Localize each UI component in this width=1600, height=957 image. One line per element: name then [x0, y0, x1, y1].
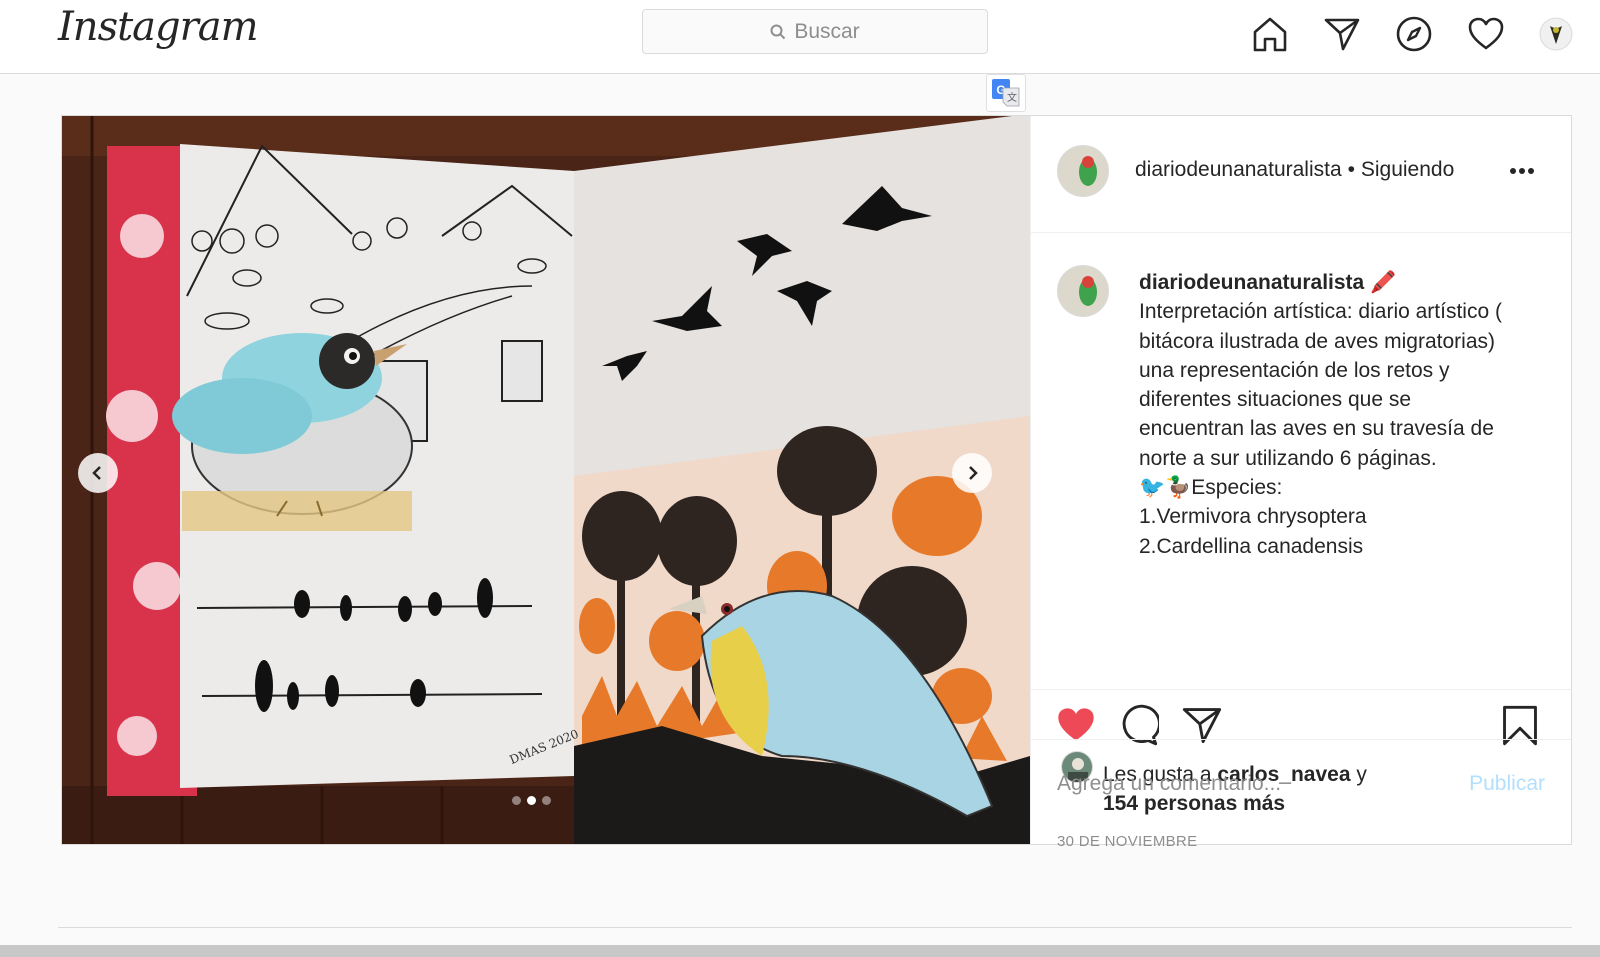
caption-line: norte a sur utilizando 6 páginas.: [1139, 446, 1437, 470]
explore-icon[interactable]: [1394, 14, 1434, 54]
post-image[interactable]: DMAS 2020: [62, 116, 1030, 844]
caption-author-avatar[interactable]: [1057, 265, 1109, 317]
pager-dot: [542, 796, 551, 805]
activity-icon[interactable]: [1466, 14, 1506, 54]
caption-line: 1.Vermivora chrysoptera: [1139, 505, 1367, 529]
chevron-right-icon: [969, 466, 978, 480]
caption-line: bitácora ilustrada de aves migratorias): [1139, 329, 1495, 353]
author-avatar[interactable]: [1057, 145, 1109, 197]
publish-button[interactable]: Publicar: [1469, 772, 1545, 796]
caption-line: diferentes situaciones que se: [1139, 388, 1412, 412]
direct-icon[interactable]: [1322, 14, 1362, 54]
profile-avatar[interactable]: [1536, 14, 1576, 54]
comment-input[interactable]: Agrega un comentario...: [1057, 772, 1281, 796]
caption-emoji: 🖍️: [1370, 271, 1397, 294]
caption-line: 2.Cardellina canadensis: [1139, 534, 1364, 558]
caption-line: Interpretación artística: diario artísti…: [1139, 300, 1502, 324]
post-sidebar: diariodeunanaturalista • Siguiendo diari…: [1030, 116, 1571, 850]
instagram-logo[interactable]: Instagram: [58, 4, 259, 50]
author-username[interactable]: diariodeunanaturalista: [1135, 158, 1342, 182]
carousel-next-button[interactable]: [952, 453, 992, 493]
google-translate-icon[interactable]: G文: [986, 74, 1026, 112]
carousel-pager: [512, 796, 551, 805]
search-placeholder: Buscar: [794, 19, 860, 43]
carousel-prev-button[interactable]: [78, 453, 118, 493]
caption-text: diariodeunanaturalista 🖍️ Interpretación…: [1139, 268, 1539, 561]
bottom-scroll-bar: [0, 945, 1600, 957]
post-card: DMAS 2020 diariodeunanaturalista • Sigui…: [61, 115, 1572, 850]
follow-status[interactable]: • Siguiendo: [1348, 158, 1455, 182]
pager-dot: [512, 796, 521, 805]
caption-line: 🐦🦆Especies:: [1139, 476, 1283, 500]
post-header: diariodeunanaturalista • Siguiendo: [1031, 116, 1571, 233]
home-icon[interactable]: [1250, 14, 1290, 54]
search-icon: [770, 24, 786, 40]
top-navigation-bar: Instagram Buscar: [0, 0, 1600, 74]
post-caption: diariodeunanaturalista 🖍️ Interpretación…: [1031, 233, 1571, 688]
footer-divider: [58, 927, 1572, 928]
pager-dot-active: [527, 796, 536, 805]
more-options-icon[interactable]: [1509, 162, 1535, 180]
caption-line: una representación de los retos y: [1139, 358, 1450, 382]
svg-text:文: 文: [1007, 91, 1017, 104]
caption-line: encuentran las aves en su travesía de: [1139, 417, 1494, 441]
caption-username[interactable]: diariodeunanaturalista: [1139, 271, 1364, 294]
comment-area: Agrega un comentario... Publicar: [1031, 739, 1571, 844]
search-input[interactable]: Buscar: [642, 9, 988, 54]
chevron-left-icon: [92, 466, 101, 480]
